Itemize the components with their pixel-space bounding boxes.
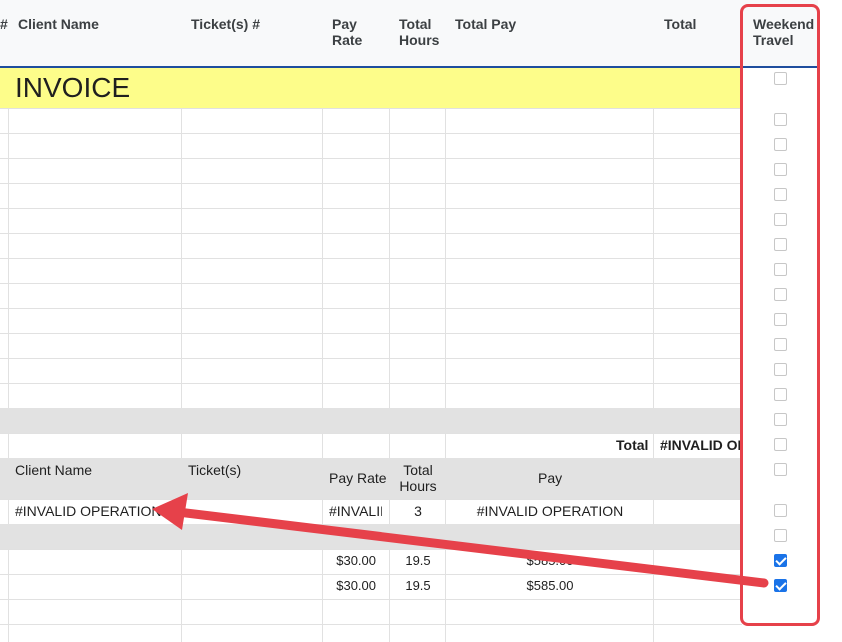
arrow-shaft (173, 507, 769, 588)
arrow-head (152, 493, 188, 530)
annotation-arrow (152, 493, 769, 588)
